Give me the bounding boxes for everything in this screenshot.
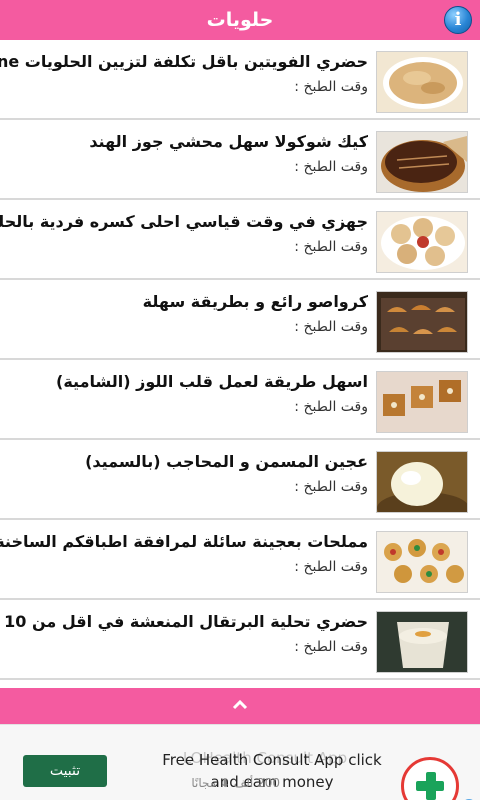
list-item[interactable]: اسهل طريقة لعمل قلب اللوز (الشامية) وقت … [0, 360, 480, 440]
list-item[interactable]: مملحات بعجينة سائلة لمرافقة اطباقكم السا… [0, 520, 480, 600]
list-item[interactable]: كيك شوكولا سهل محشي جوز الهند وقت الطبخ … [0, 120, 480, 200]
recipe-title: كيك شوكولا سهل محشي جوز الهند [89, 132, 368, 151]
list-item[interactable]: حضري الفويتين باقل تكلفة لتزيين الحلويات… [0, 40, 480, 120]
ad-meta: 200 ألف ⬇ مجانًا [191, 776, 280, 790]
recipe-title: حضري الفويتين باقل تكلفة لتزيين الحلويات… [0, 52, 368, 71]
recipe-thumbnail [376, 211, 468, 273]
recipe-thumbnail [376, 51, 468, 113]
ad-banner[interactable]: تثبيت LOHealth Consult App Free Health C… [0, 724, 480, 800]
recipe-cook-time: وقت الطبخ : [294, 559, 368, 575]
recipe-title: كرواصو رائع و بطريقة سهلة [142, 292, 368, 311]
recipe-thumbnail [376, 451, 468, 513]
install-button[interactable]: تثبيت [23, 755, 107, 787]
recipe-thumbnail [376, 291, 468, 353]
collapse-ad-button[interactable] [0, 688, 480, 724]
recipe-thumbnail [376, 371, 468, 433]
chevron-up-icon [232, 699, 248, 710]
info-icon[interactable]: i [444, 6, 472, 34]
recipe-thumbnail [376, 611, 468, 673]
recipe-title: عجين المسمن و المحاجب (بالسميد) [85, 452, 368, 471]
list-item[interactable]: حضري تحلية البرتقال المنعشة في اقل من 10… [0, 600, 480, 680]
recipe-cook-time: وقت الطبخ : [294, 639, 368, 655]
recipe-title: مملحات بعجينة سائلة لمرافقة اطباقكم السا… [0, 532, 368, 551]
app-title: حلويات [206, 9, 274, 31]
recipe-thumbnail [376, 131, 468, 193]
recipe-cook-time: وقت الطبخ : [294, 239, 368, 255]
health-cross-icon[interactable] [401, 757, 459, 800]
recipe-cook-time: وقت الطبخ : [294, 399, 368, 415]
app-bar: حلويات i [0, 0, 480, 40]
recipe-cook-time: وقت الطبخ : [294, 159, 368, 175]
list-item[interactable]: جهزي في وقت قياسي احلى كسره فردية بالحلي… [0, 200, 480, 280]
recipe-cook-time: وقت الطبخ : [294, 79, 368, 95]
list-item[interactable]: عجين المسمن و المحاجب (بالسميد) وقت الطب… [0, 440, 480, 520]
recipe-list[interactable]: حضري الفويتين باقل تكلفة لتزيين الحلويات… [0, 40, 480, 688]
list-item[interactable]: كرواصو رائع و بطريقة سهلة وقت الطبخ : [0, 280, 480, 360]
recipe-title: اسهل طريقة لعمل قلب اللوز (الشامية) [56, 372, 368, 391]
recipe-title: حضري تحلية البرتقال المنعشة في اقل من 10… [0, 612, 368, 631]
recipe-thumbnail [376, 531, 468, 593]
recipe-cook-time: وقت الطبخ : [294, 479, 368, 495]
recipe-title: جهزي في وقت قياسي احلى كسره فردية بالحلي… [0, 212, 368, 231]
recipe-cook-time: وقت الطبخ : [294, 319, 368, 335]
